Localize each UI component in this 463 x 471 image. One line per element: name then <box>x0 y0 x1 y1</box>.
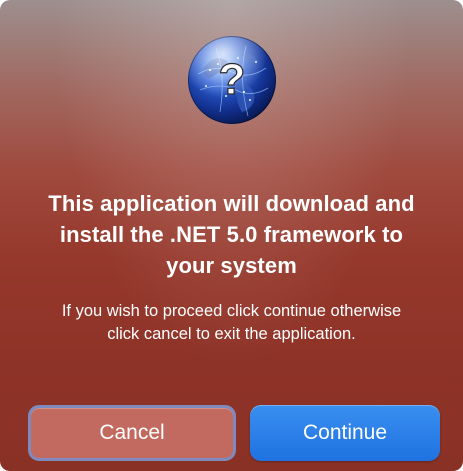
cancel-button[interactable]: Cancel <box>28 405 236 461</box>
continue-button[interactable]: Continue <box>250 405 440 461</box>
globe-question-icon: ? <box>186 34 278 126</box>
dialog-message: If you wish to proceed click continue ot… <box>61 302 402 343</box>
dialog-title: This application will download and insta… <box>48 191 415 278</box>
alert-dialog: ? This application will download and ins… <box>0 0 463 471</box>
cancel-button-label: Cancel <box>99 421 165 444</box>
continue-button-label: Continue <box>302 421 388 444</box>
svg-text:?: ? <box>219 55 246 104</box>
